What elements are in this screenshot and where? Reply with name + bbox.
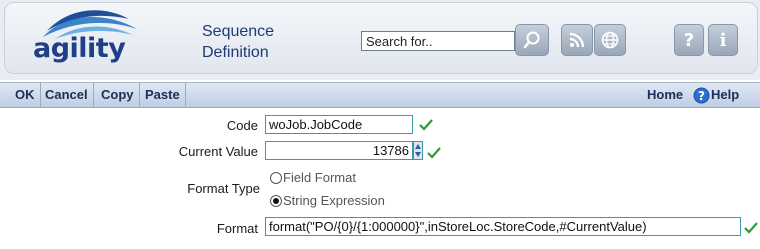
format-field[interactable]: format("PO/{0}/{1:000000}",inStoreLoc.St… <box>265 217 741 236</box>
radio-button[interactable] <box>270 171 282 184</box>
logo-text: agility <box>33 33 126 64</box>
rss-button[interactable] <box>561 24 593 56</box>
current-value-field[interactable]: 13786 <box>265 141 413 160</box>
search-icon <box>523 31 540 49</box>
check-icon <box>419 119 433 131</box>
current-value-label: Current Value <box>178 144 258 159</box>
format-label: Format <box>216 221 258 236</box>
radio-field-format-label: Field Format <box>283 170 356 185</box>
help-circle-icon: ? <box>693 87 710 103</box>
help-button[interactable]: ? <box>674 24 704 56</box>
paste-button[interactable]: Paste <box>140 83 186 107</box>
current-value-stepper[interactable] <box>413 141 423 160</box>
code-label: Code <box>226 118 258 133</box>
radio-field-format[interactable]: Field Format <box>270 170 356 185</box>
cancel-button[interactable]: Cancel <box>40 83 94 107</box>
help-link-label: Help <box>711 87 740 102</box>
action-toolbar: OK Cancel Copy Paste Home ? Help <box>0 82 760 108</box>
format-type-label: Format Type <box>187 181 260 196</box>
agility-logo[interactable]: agility <box>25 7 145 71</box>
search-input[interactable] <box>361 31 515 51</box>
header-panel: agility Sequence Definition Search for..… <box>4 2 758 74</box>
code-field[interactable]: woJob.JobCode <box>265 115 413 134</box>
ok-button[interactable]: OK <box>10 83 41 107</box>
info-button[interactable]: i <box>708 24 738 56</box>
stepper-arrows-icon <box>415 144 421 157</box>
info-icon: i <box>719 29 727 51</box>
check-icon <box>744 222 758 234</box>
svg-text:?: ? <box>698 89 705 103</box>
header: agility Sequence Definition Search for..… <box>0 0 760 80</box>
page-title-line1: Sequence <box>202 23 275 40</box>
check-icon <box>427 147 441 159</box>
globe-icon <box>601 31 619 49</box>
globe-button[interactable] <box>594 24 626 56</box>
radio-button-selected[interactable] <box>270 194 282 207</box>
search-button[interactable] <box>515 24 549 56</box>
radio-string-expression-label: String Expression <box>283 193 385 208</box>
radio-string-expression[interactable]: String Expression <box>270 193 385 208</box>
page-title-line2: Definition <box>202 44 269 61</box>
help-icon: ? <box>683 29 695 51</box>
home-link[interactable]: Home <box>647 83 683 107</box>
copy-button[interactable]: Copy <box>96 83 140 107</box>
help-link[interactable]: ? Help <box>693 83 739 107</box>
rss-icon <box>569 32 585 48</box>
page-title: Sequence Definition <box>202 21 332 63</box>
